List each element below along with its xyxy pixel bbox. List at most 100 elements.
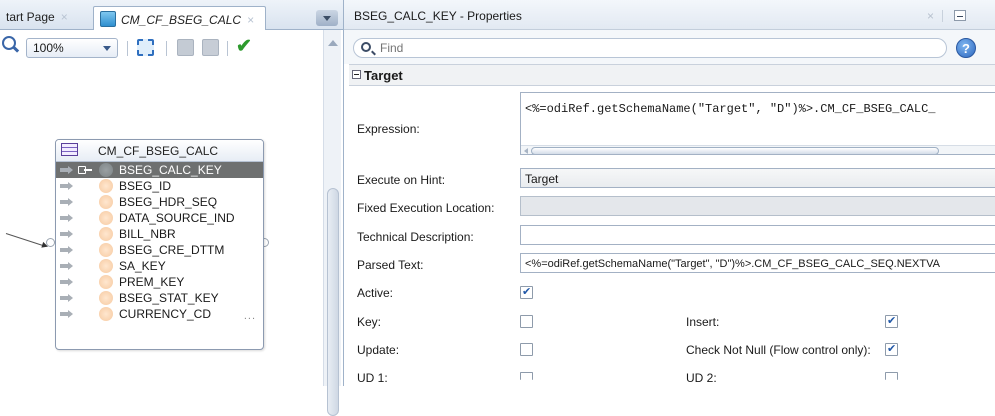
mapping-icon bbox=[100, 11, 116, 27]
mapping-arrow-icon bbox=[60, 246, 73, 254]
expression-editor[interactable]: <%=odiRef.getSchemaName("Target", "D")%>… bbox=[520, 92, 995, 155]
ud1-checkbox[interactable] bbox=[520, 372, 533, 380]
entity-title: CM_CF_BSEG_CALC bbox=[98, 144, 219, 158]
help-icon[interactable]: ? bbox=[956, 38, 976, 58]
section-label: Target bbox=[364, 68, 403, 83]
find-field[interactable] bbox=[353, 38, 947, 58]
editor-tab-bar: tart Page × CM_CF_BSEG_CALC × bbox=[0, 0, 343, 30]
target-section-header[interactable]: Target bbox=[349, 64, 995, 86]
validate-check-icon[interactable]: ✔ bbox=[236, 35, 253, 57]
ud1-label: UD 1: bbox=[357, 371, 388, 385]
expression-horizontal-scrollbar[interactable] bbox=[521, 145, 995, 154]
key-checkbox[interactable] bbox=[520, 315, 533, 328]
attribute-row[interactable]: BSEG_STAT_KEY bbox=[56, 290, 263, 306]
execute-on-hint-select[interactable]: Target bbox=[520, 168, 995, 188]
zoom-select[interactable]: 100% bbox=[26, 38, 118, 58]
datastore-entity[interactable]: CM_CF_BSEG_CALC BSEG_CALC_KEY BSEG_ID BSEG… bbox=[55, 139, 264, 350]
update-checkbox[interactable] bbox=[520, 343, 533, 356]
column-icon bbox=[99, 275, 113, 289]
primary-key-icon bbox=[78, 166, 92, 174]
attribute-row[interactable]: CURRENCY_CD... bbox=[56, 306, 263, 322]
mapping-arrow-icon bbox=[60, 166, 73, 174]
attribute-row[interactable]: BSEG_ID bbox=[56, 178, 263, 194]
more-ellipsis[interactable]: ... bbox=[244, 310, 256, 322]
close-icon[interactable]: × bbox=[247, 13, 254, 27]
expression-text: <%=odiRef.getSchemaName("Target", "D")%>… bbox=[525, 102, 936, 116]
find-input[interactable] bbox=[378, 40, 938, 56]
scrollbar-thumb[interactable] bbox=[327, 188, 339, 416]
attribute-name: BSEG_CALC_KEY bbox=[119, 163, 222, 177]
attribute-row[interactable]: BILL_NBR bbox=[56, 226, 263, 242]
tab-start-page[interactable]: tart Page × bbox=[0, 6, 88, 30]
column-icon bbox=[99, 163, 113, 177]
fit-icon[interactable] bbox=[137, 39, 154, 56]
close-icon[interactable]: × bbox=[61, 10, 68, 24]
grid-icon[interactable] bbox=[177, 39, 194, 56]
scroll-up-icon[interactable] bbox=[328, 40, 338, 46]
toolbar-separator bbox=[166, 41, 167, 56]
attribute-row[interactable]: SA_KEY bbox=[56, 258, 263, 274]
collapse-icon[interactable] bbox=[352, 70, 361, 79]
key-label: Key: bbox=[357, 315, 382, 329]
chevron-down-icon bbox=[103, 46, 111, 51]
tab-label: CM_CF_BSEG_CALC bbox=[121, 13, 242, 27]
attribute-name: BSEG_CRE_DTTM bbox=[119, 243, 225, 257]
attribute-row[interactable]: BSEG_HDR_SEQ bbox=[56, 194, 263, 210]
find-bar: ? bbox=[344, 30, 995, 64]
scroll-left-icon[interactable] bbox=[524, 148, 528, 154]
column-icon bbox=[99, 291, 113, 305]
entity-header: CM_CF_BSEG_CALC bbox=[56, 140, 263, 162]
properties-title: BSEG_CALC_KEY - Properties bbox=[354, 9, 522, 23]
tab-label: tart Page bbox=[6, 10, 55, 24]
attribute-row[interactable]: BSEG_CALC_KEY bbox=[56, 162, 263, 178]
column-icon bbox=[99, 259, 113, 273]
zoom-value: 100% bbox=[33, 41, 64, 55]
input-connector[interactable] bbox=[46, 238, 55, 247]
attribute-name: BSEG_ID bbox=[119, 179, 172, 193]
column-icon bbox=[99, 227, 113, 241]
attribute-row[interactable]: PREM_KEY bbox=[56, 274, 263, 290]
mapping-arrow-icon bbox=[60, 262, 73, 270]
attribute-name: BSEG_HDR_SEQ bbox=[119, 195, 218, 209]
active-label: Active: bbox=[357, 286, 394, 300]
attribute-list: BSEG_CALC_KEY BSEG_ID BSEG_HDR_SEQ DATA_SOU… bbox=[56, 162, 263, 322]
diagram-pane: tart Page × CM_CF_BSEG_CALC × 100% ✔ CM_CF… bbox=[0, 0, 343, 416]
fixed-execution-location-label: Fixed Execution Location: bbox=[357, 201, 495, 215]
check-not-null-label: Check Not Null (Flow control only): bbox=[686, 343, 871, 357]
attribute-name: SA_KEY bbox=[119, 259, 166, 273]
execute-on-hint-label: Execute on Hint: bbox=[357, 173, 446, 187]
column-icon bbox=[99, 211, 113, 225]
properties-title-bar: BSEG_CALC_KEY - Properties × bbox=[344, 0, 995, 30]
update-label: Update: bbox=[357, 343, 400, 357]
minimize-icon[interactable] bbox=[954, 10, 966, 21]
attribute-name: PREM_KEY bbox=[119, 275, 185, 289]
attribute-row[interactable]: DATA_SOURCE_IND bbox=[56, 210, 263, 226]
diagram-vertical-scrollbar[interactable] bbox=[323, 30, 341, 416]
technical-description-field[interactable] bbox=[520, 225, 995, 245]
parsed-text-field: <%=odiRef.getSchemaName("Target", "D")%>… bbox=[520, 253, 995, 273]
ud2-checkbox[interactable] bbox=[885, 372, 898, 380]
zoom-icon[interactable] bbox=[2, 36, 16, 50]
toolbar-separator bbox=[227, 41, 228, 56]
tab-list-dropdown-icon[interactable] bbox=[316, 10, 338, 26]
mapping-arrow-icon bbox=[60, 230, 73, 238]
entity-table-icon bbox=[61, 143, 78, 156]
incoming-link-arrow bbox=[5, 233, 47, 247]
mapping-arrow-icon bbox=[60, 182, 73, 190]
active-checkbox[interactable] bbox=[520, 285, 533, 299]
tab-cm-cf-bseg-calc[interactable]: CM_CF_BSEG_CALC × bbox=[93, 6, 266, 30]
attribute-name: DATA_SOURCE_IND bbox=[119, 211, 235, 225]
close-icon[interactable]: × bbox=[927, 9, 934, 23]
check-not-null-checkbox[interactable] bbox=[885, 342, 898, 356]
ud2-label: UD 2: bbox=[686, 371, 717, 385]
attribute-name: BSEG_STAT_KEY bbox=[119, 291, 219, 305]
attribute-row[interactable]: BSEG_CRE_DTTM bbox=[56, 242, 263, 258]
mapping-arrow-icon bbox=[60, 294, 73, 302]
insert-checkbox[interactable] bbox=[885, 314, 898, 328]
auto-layout-icon[interactable] bbox=[202, 39, 219, 56]
title-separator bbox=[942, 10, 943, 22]
attribute-name: CURRENCY_CD bbox=[119, 307, 212, 321]
search-icon bbox=[361, 42, 371, 52]
scrollbar-thumb[interactable] bbox=[531, 147, 939, 154]
diagram-toolbar: 100% ✔ bbox=[0, 30, 330, 58]
